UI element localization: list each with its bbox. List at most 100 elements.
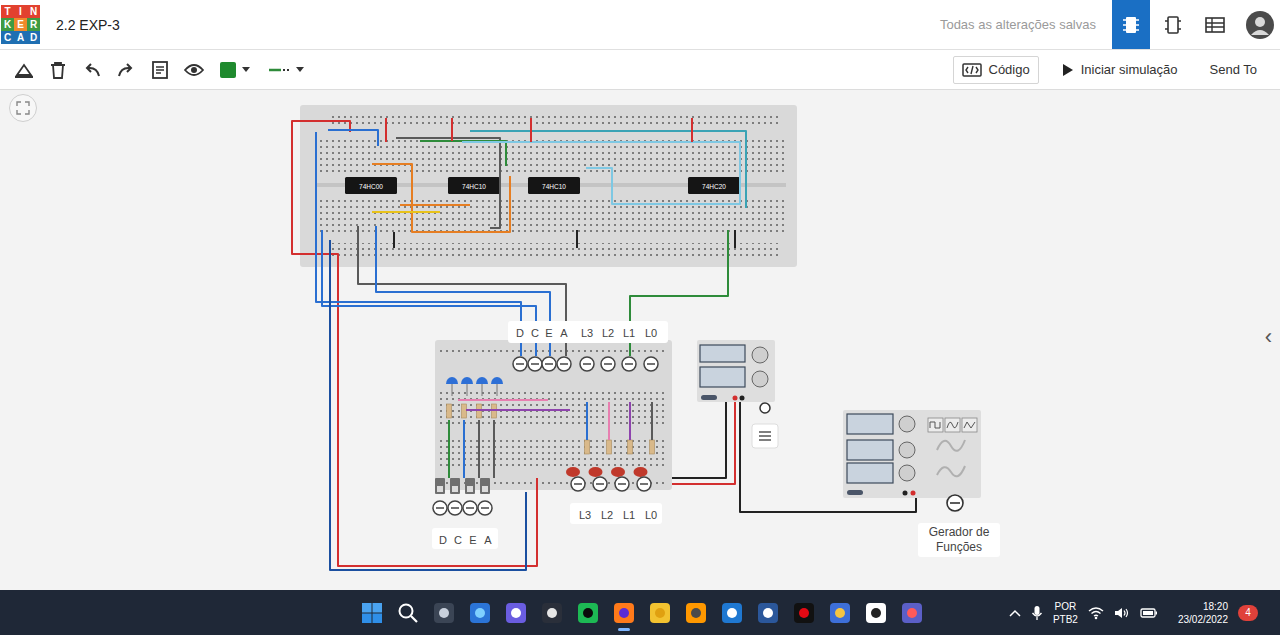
wire[interactable]	[292, 121, 537, 566]
wire[interactable]	[330, 240, 526, 570]
notes-button[interactable]	[752, 424, 778, 448]
resistor[interactable]	[650, 440, 655, 454]
red-led[interactable]	[566, 467, 585, 491]
wire[interactable]	[322, 230, 536, 356]
waveform-button[interactable]	[962, 418, 977, 432]
taskbar-app[interactable]	[645, 594, 675, 632]
wire[interactable]	[458, 399, 548, 401]
taskbar-app[interactable]	[861, 594, 891, 632]
wire[interactable]	[400, 204, 470, 206]
taskbar-app[interactable]	[357, 594, 387, 632]
wire[interactable]	[372, 211, 440, 213]
slide-switch[interactable]	[433, 478, 447, 515]
waveform-button[interactable]	[945, 418, 960, 432]
power-supply[interactable]	[697, 340, 775, 402]
resistor[interactable]	[628, 440, 633, 454]
generator-ground-terminal[interactable]	[947, 495, 963, 511]
battery-icon[interactable]	[1140, 607, 1158, 619]
wire[interactable]	[372, 164, 510, 232]
wire[interactable]	[734, 230, 736, 248]
blue-led[interactable]	[461, 377, 473, 396]
generator-positive-terminal[interactable]	[911, 491, 916, 496]
wire[interactable]	[530, 118, 532, 142]
negative-terminal[interactable]	[740, 396, 745, 401]
blue-led[interactable]	[491, 377, 503, 396]
resistor[interactable]	[585, 440, 590, 454]
wire-style-picker[interactable]	[260, 55, 312, 85]
wire[interactable]	[420, 141, 506, 166]
ic-chip[interactable]: 74HC00	[345, 177, 397, 194]
taskbar-app[interactable]	[825, 594, 855, 632]
generator-power-switch[interactable]	[847, 490, 863, 495]
fit-view-button[interactable]	[9, 94, 37, 122]
ic-chip[interactable]: 74HC10	[448, 177, 500, 194]
probe-terminal[interactable]	[513, 357, 527, 371]
taskbar-app[interactable]	[393, 594, 423, 632]
positive-terminal[interactable]	[733, 396, 738, 401]
slide-switch[interactable]	[478, 478, 492, 515]
blue-led[interactable]	[476, 377, 488, 396]
wire[interactable]	[651, 402, 653, 440]
ic-chip[interactable]: 74HC10	[528, 177, 580, 194]
probe-terminal[interactable]	[601, 357, 615, 371]
notification-badge[interactable]: 4	[1238, 605, 1258, 621]
wire[interactable]	[629, 402, 631, 440]
wire[interactable]	[672, 398, 726, 478]
taskbar-app[interactable]	[429, 594, 459, 632]
undo-button[interactable]	[76, 55, 108, 85]
wire[interactable]	[376, 226, 550, 356]
wire[interactable]	[630, 230, 728, 356]
toolbar-action-button[interactable]: Iniciar simulação	[1053, 56, 1187, 84]
taskbar-app[interactable]	[753, 594, 783, 632]
probe-terminal[interactable]	[622, 357, 636, 371]
clock[interactable]: 18:20 23/02/2022	[1178, 600, 1228, 626]
taskbar-app[interactable]	[897, 594, 927, 632]
slide-switch[interactable]	[448, 478, 462, 515]
wire[interactable]	[393, 232, 395, 248]
wifi-icon[interactable]	[1088, 606, 1104, 620]
taskbar-app[interactable]	[609, 594, 639, 632]
visibility-button[interactable]	[178, 55, 210, 85]
design-title[interactable]: 2.2 EXP-3	[56, 17, 120, 33]
red-led[interactable]	[589, 467, 608, 491]
resistor[interactable]	[607, 440, 612, 454]
wire[interactable]	[493, 420, 495, 478]
user-avatar-icon[interactable]	[1240, 0, 1280, 49]
red-led[interactable]	[611, 467, 629, 491]
wire[interactable]	[451, 118, 453, 141]
wire[interactable]	[466, 409, 570, 411]
view-button[interactable]	[1112, 0, 1150, 49]
volume-icon[interactable]	[1114, 606, 1130, 620]
toolbar-action-button[interactable]: Send To	[1201, 56, 1266, 84]
wire[interactable]	[462, 142, 740, 204]
frequency-knob[interactable]	[899, 416, 915, 432]
amplitude-knob[interactable]	[899, 442, 915, 458]
wire[interactable]	[691, 118, 693, 142]
taskbar-app[interactable]	[681, 594, 711, 632]
notes-button[interactable]	[144, 55, 176, 85]
view-button[interactable]	[1196, 0, 1234, 49]
side-panel-toggle[interactable]: ‹	[1265, 326, 1272, 348]
wire[interactable]	[576, 230, 578, 248]
wire[interactable]	[478, 420, 480, 478]
taskbar-app[interactable]	[573, 594, 603, 632]
taskbar-app[interactable]	[537, 594, 567, 632]
current-knob[interactable]	[752, 371, 768, 387]
delete-button[interactable]	[42, 55, 74, 85]
wire[interactable]	[672, 398, 735, 484]
resistor[interactable]	[462, 404, 467, 418]
ground-terminal[interactable]	[760, 403, 770, 413]
red-led[interactable]	[634, 467, 652, 491]
main-breadboard[interactable]	[300, 105, 797, 267]
wire[interactable]	[608, 402, 610, 440]
probe-terminal[interactable]	[644, 357, 658, 371]
wire[interactable]	[385, 118, 387, 142]
probe-terminal[interactable]	[542, 357, 556, 371]
probe-terminal[interactable]	[557, 357, 571, 371]
wire[interactable]	[586, 402, 588, 440]
taskbar-app[interactable]	[717, 594, 747, 632]
wire[interactable]	[448, 420, 450, 478]
generator-negative-terminal[interactable]	[903, 491, 908, 496]
wire[interactable]	[328, 130, 378, 146]
waveform-button[interactable]	[928, 418, 943, 432]
